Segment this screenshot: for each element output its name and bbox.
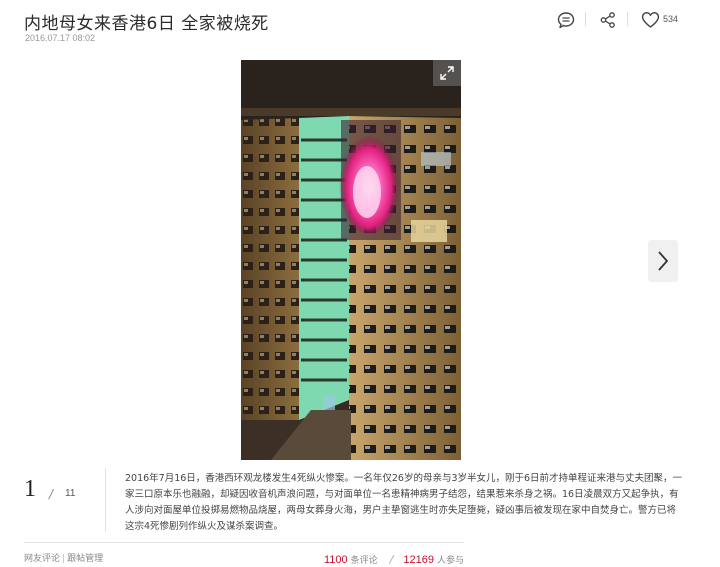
comments-count[interactable]: 1100 bbox=[324, 554, 348, 566]
article-header: 内地母女来香港6日 全家被烧死 2016.07.17 08:02 534 bbox=[0, 0, 720, 52]
gallery-counter: 1 / 11 bbox=[24, 472, 104, 512]
heart-icon[interactable] bbox=[640, 10, 660, 30]
page-title: 内地母女来香港6日 全家被烧死 bbox=[24, 14, 269, 34]
stats-separator: / bbox=[389, 553, 394, 566]
footer-rule bbox=[24, 542, 464, 543]
total-count: 11 bbox=[65, 488, 76, 499]
share-icon[interactable] bbox=[598, 10, 618, 30]
comment-management-link[interactable]: 跟帖管理 bbox=[67, 554, 103, 564]
participants-label: 人参与 bbox=[436, 556, 464, 566]
current-index: 1 bbox=[24, 476, 36, 502]
toolbar-divider bbox=[585, 12, 586, 26]
footer-pipe: | bbox=[62, 554, 66, 564]
publish-date: 2016.07.17 08:02 bbox=[25, 33, 96, 43]
chevron-right-icon[interactable] bbox=[648, 240, 678, 282]
expand-arrows-icon[interactable] bbox=[433, 60, 461, 86]
netizen-comments-link[interactable]: 网友评论 bbox=[24, 554, 60, 564]
burning-building-image bbox=[241, 60, 461, 460]
toolbar-divider bbox=[627, 12, 628, 26]
gallery-photo[interactable] bbox=[241, 60, 461, 460]
participants-count[interactable]: 12169 bbox=[403, 554, 434, 566]
comment-stats: 1100 条评论 / 12169 人参与 bbox=[324, 553, 464, 566]
footer-links: 网友评论 | 跟帖管理 bbox=[24, 551, 103, 564]
speech-bubble-icon[interactable] bbox=[556, 10, 576, 30]
photo-caption: 2016年7月16日，香港西环观龙楼发生4死纵火惨案。一名年仅26岁的母亲与3岁… bbox=[125, 473, 683, 532]
like-count: 534 bbox=[663, 14, 679, 24]
counter-separator: / bbox=[49, 487, 54, 501]
caption-divider bbox=[105, 468, 106, 532]
comments-label: 条评论 bbox=[350, 556, 378, 566]
